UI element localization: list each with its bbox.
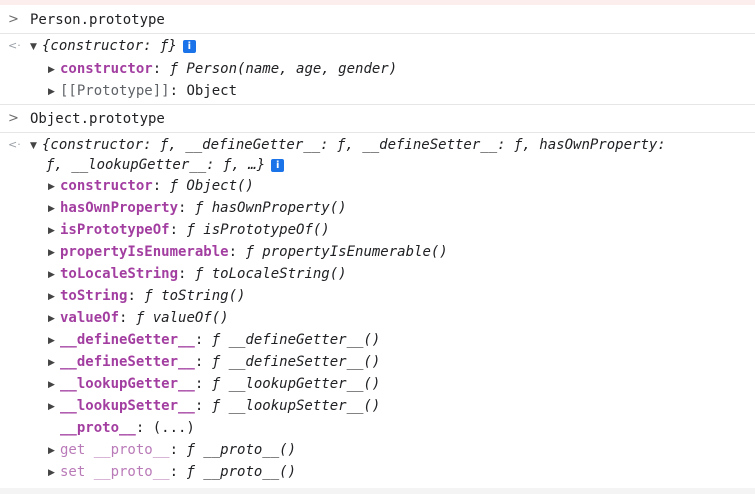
property-value-lazy[interactable]: (...) bbox=[153, 420, 195, 436]
property-value: ƒ __defineGetter__() bbox=[211, 332, 381, 348]
triangle-collapsed-icon[interactable]: ▶ bbox=[48, 176, 60, 198]
object-summary-line1: {constructor: ƒ, __defineGetter__: ƒ, __… bbox=[42, 137, 666, 153]
object-property-row[interactable]: ▶ constructor: ƒ Object() bbox=[0, 175, 755, 197]
console-input-text: Person.prototype bbox=[30, 12, 165, 28]
object-summary-line2: ƒ, __lookupGetter__: ƒ, …} bbox=[46, 157, 266, 173]
object-property-row[interactable]: ▶ constructor: ƒ Person(name, age, gender… bbox=[0, 58, 755, 80]
property-key: constructor bbox=[60, 61, 153, 77]
property-value: ƒ toString() bbox=[144, 288, 246, 304]
property-value: ƒ propertyIsEnumerable() bbox=[245, 244, 448, 260]
property-key: get __proto__ bbox=[60, 442, 170, 458]
property-key: __proto__ bbox=[60, 420, 136, 436]
property-value: ƒ __defineSetter__() bbox=[211, 354, 381, 370]
object-property-row[interactable]: ▶ toLocaleString: ƒ toLocaleString() bbox=[0, 263, 755, 285]
property-value: ƒ hasOwnProperty() bbox=[194, 200, 347, 216]
triangle-collapsed-icon[interactable]: ▶ bbox=[48, 59, 60, 81]
info-icon[interactable]: i bbox=[182, 40, 196, 53]
chevron-right-icon: > bbox=[8, 12, 19, 27]
triangle-collapsed-icon[interactable]: ▶ bbox=[48, 352, 60, 374]
triangle-collapsed-icon[interactable]: ▶ bbox=[48, 374, 60, 396]
triangle-collapsed-icon[interactable]: ▶ bbox=[48, 396, 60, 418]
message-divider bbox=[0, 132, 755, 133]
object-property-row[interactable]: ▶ hasOwnProperty: ƒ hasOwnProperty() bbox=[0, 197, 755, 219]
object-property-row[interactable]: ▶ get __proto__: ƒ __proto__() bbox=[0, 439, 755, 461]
triangle-collapsed-icon[interactable]: ▶ bbox=[48, 286, 60, 308]
object-property-row-accessor[interactable]: __proto__: (...) bbox=[0, 417, 755, 439]
object-property-row[interactable]: ▶ toString: ƒ toString() bbox=[0, 285, 755, 307]
object-property-row[interactable]: ▶ __defineSetter__: ƒ __defineSetter__() bbox=[0, 351, 755, 373]
property-value: ƒ Object() bbox=[169, 178, 254, 194]
console-output-row[interactable]: <· ▼ {constructor: ƒ, __defineGetter__: ƒ… bbox=[0, 134, 755, 156]
console-input-row[interactable]: > Object.prototype bbox=[0, 108, 755, 130]
property-key: __lookupSetter__ bbox=[60, 398, 195, 414]
info-icon[interactable]: i bbox=[271, 159, 285, 172]
property-value: ƒ isPrototypeOf() bbox=[186, 222, 330, 238]
object-property-row[interactable]: ▶ valueOf: ƒ valueOf() bbox=[0, 307, 755, 329]
triangle-collapsed-icon[interactable]: ▶ bbox=[48, 308, 60, 330]
object-summary: {constructor: ƒ} bbox=[42, 38, 177, 54]
object-property-row[interactable]: ▶ [[Prototype]]: Object bbox=[0, 80, 755, 102]
property-key: constructor bbox=[60, 178, 153, 194]
property-key: [[Prototype]] bbox=[60, 83, 170, 99]
object-property-row[interactable]: ▶ __defineGetter__: ƒ __defineGetter__() bbox=[0, 329, 755, 351]
console-bottom-edge bbox=[0, 488, 755, 494]
property-key: set __proto__ bbox=[60, 464, 170, 480]
chevron-right-icon: > bbox=[8, 111, 19, 126]
message-divider bbox=[0, 104, 755, 105]
triangle-collapsed-icon[interactable]: ▶ bbox=[48, 220, 60, 242]
error-strip bbox=[0, 0, 755, 5]
property-key: hasOwnProperty bbox=[60, 200, 179, 216]
triangle-collapsed-icon[interactable]: ▶ bbox=[48, 81, 60, 103]
property-value: ƒ __proto__() bbox=[186, 464, 297, 480]
triangle-collapsed-icon[interactable]: ▶ bbox=[48, 440, 60, 462]
object-property-row[interactable]: ▶ propertyIsEnumerable: ƒ propertyIsEnume… bbox=[0, 241, 755, 263]
property-value: ƒ Person(name, age, gender) bbox=[169, 61, 398, 77]
console-input-row[interactable]: > Person.prototype bbox=[0, 9, 755, 31]
return-arrow-icon: <· bbox=[8, 39, 21, 52]
triangle-collapsed-icon[interactable]: ▶ bbox=[48, 264, 60, 286]
property-value: ƒ toLocaleString() bbox=[194, 266, 347, 282]
property-key: toString bbox=[60, 288, 128, 304]
property-value: Object bbox=[186, 83, 238, 99]
property-value: ƒ __lookupGetter__() bbox=[211, 376, 381, 392]
triangle-collapsed-icon[interactable]: ▶ bbox=[48, 462, 60, 484]
console-output-row-wrap[interactable]: ƒ, __lookupGetter__: ƒ, …} i bbox=[0, 154, 755, 176]
property-value: ƒ valueOf() bbox=[135, 310, 229, 326]
console-input-text: Object.prototype bbox=[30, 111, 165, 127]
triangle-collapsed-icon[interactable]: ▶ bbox=[48, 330, 60, 352]
property-key: __defineGetter__ bbox=[60, 332, 195, 348]
triangle-collapsed-icon[interactable]: ▶ bbox=[48, 198, 60, 220]
console-output-row[interactable]: <· ▼ {constructor: ƒ} i bbox=[0, 35, 755, 57]
message-divider bbox=[0, 33, 755, 34]
triangle-expand-icon[interactable]: ▼ bbox=[30, 36, 42, 58]
object-property-row[interactable]: ▶ isPrototypeOf: ƒ isPrototypeOf() bbox=[0, 219, 755, 241]
object-property-row[interactable]: ▶ set __proto__: ƒ __proto__() bbox=[0, 461, 755, 483]
property-value: ƒ __lookupSetter__() bbox=[211, 398, 381, 414]
property-value: ƒ __proto__() bbox=[186, 442, 297, 458]
object-property-row[interactable]: ▶ __lookupSetter__: ƒ __lookupSetter__() bbox=[0, 395, 755, 417]
property-key: __defineSetter__ bbox=[60, 354, 195, 370]
property-key: __lookupGetter__ bbox=[60, 376, 195, 392]
property-key: valueOf bbox=[60, 310, 120, 326]
object-property-row[interactable]: ▶ __lookupGetter__: ƒ __lookupGetter__() bbox=[0, 373, 755, 395]
return-arrow-icon: <· bbox=[8, 138, 21, 151]
property-key: propertyIsEnumerable bbox=[60, 244, 229, 260]
property-key: isPrototypeOf bbox=[60, 222, 170, 238]
triangle-collapsed-icon[interactable]: ▶ bbox=[48, 242, 60, 264]
property-key: toLocaleString bbox=[60, 266, 179, 282]
